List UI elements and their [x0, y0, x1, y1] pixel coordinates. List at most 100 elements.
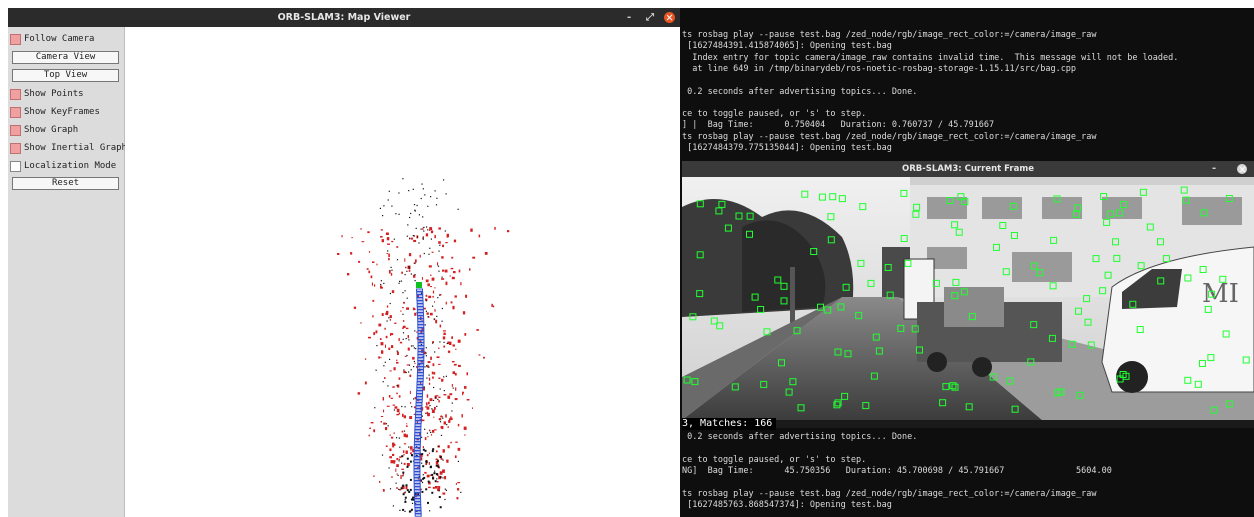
maximize-button[interactable]: ⤢ [646, 8, 654, 27]
map-point [350, 252, 353, 255]
reference-point [396, 350, 398, 352]
close-button[interactable] [664, 12, 675, 23]
map-point [426, 394, 429, 398]
map-viewer-titlebar[interactable]: ORB-SLAM3: Map Viewer - ⤢ [8, 8, 680, 27]
map-point [446, 236, 449, 238]
reference-point [431, 450, 434, 453]
map-point [476, 329, 479, 331]
reference-point [434, 397, 436, 399]
map-point [435, 450, 438, 453]
frame-close-button[interactable] [1237, 164, 1247, 174]
reference-point [438, 496, 441, 498]
reference-point [425, 488, 428, 491]
show-keyframes-toggle[interactable]: Show KeyFrames [10, 105, 100, 119]
map-point [478, 234, 481, 238]
map-point [432, 290, 435, 294]
show-points-toggle[interactable]: Show Points [10, 87, 84, 101]
minimize-button[interactable]: - [627, 8, 631, 27]
map-point [386, 253, 389, 255]
keyframe [414, 420, 422, 424]
current-camera-marker [416, 282, 422, 288]
map-point [457, 423, 460, 427]
reference-point [457, 208, 459, 210]
map-point [464, 333, 467, 336]
keyframe [414, 426, 422, 430]
map-point [380, 236, 383, 238]
top-view-button[interactable]: Top View [12, 69, 119, 82]
terminal-line: ] | Bag Time: 0.750404 Duration: 0.76073… [682, 120, 995, 131]
reference-point [426, 432, 428, 434]
map-point [378, 323, 382, 327]
map-point [422, 446, 424, 448]
reference-point [404, 491, 406, 493]
show-graph-toggle[interactable]: Show Graph [10, 123, 78, 137]
map-point [389, 456, 392, 459]
show-inertial-graph-toggle[interactable]: Show Inertial Graph [10, 141, 127, 155]
map-point [409, 446, 413, 450]
camera-view-button[interactable]: Camera View [12, 51, 119, 64]
map-point [457, 482, 461, 484]
map-point [445, 301, 447, 305]
terminal-line: ce to toggle paused, or 's' to step. [682, 454, 867, 465]
map-point [431, 409, 435, 413]
keyframe [413, 441, 421, 445]
reference-point [411, 454, 413, 457]
reference-point [408, 266, 410, 268]
reference-point [439, 506, 442, 509]
show-points-checkbox[interactable] [10, 88, 21, 100]
reference-point [427, 316, 429, 318]
map-point [424, 471, 427, 474]
map-point [401, 430, 404, 433]
terminal-line: ce to toggle paused, or 's' to step. [682, 109, 867, 120]
reference-point [399, 509, 401, 511]
reference-point [409, 460, 412, 463]
map-point [396, 351, 399, 355]
map-point [438, 241, 441, 244]
map-point [438, 377, 441, 379]
map-point [451, 256, 454, 259]
reset-button[interactable]: Reset [12, 177, 119, 190]
reference-point [411, 406, 413, 408]
localization-mode-checkbox[interactable] [10, 160, 21, 172]
map-point [427, 412, 430, 417]
map-point [388, 270, 391, 274]
reference-point [429, 510, 431, 512]
show-keyframes-checkbox[interactable] [10, 106, 21, 118]
reference-point [443, 390, 445, 392]
map-point [389, 315, 392, 319]
map-point [405, 266, 407, 269]
map-point [388, 347, 391, 350]
reference-point [388, 467, 390, 469]
map-3d-view[interactable] [125, 27, 680, 517]
keyframe [414, 498, 422, 502]
reference-point [422, 238, 424, 240]
map-point [446, 460, 449, 463]
terminal-line: 0.2 seconds after advertising topics... … [682, 432, 918, 442]
map-point [462, 311, 466, 315]
map-point [425, 233, 429, 237]
frame-minimize-button[interactable]: - [1212, 161, 1216, 177]
map-point [409, 390, 411, 395]
map-point [430, 312, 433, 316]
reference-point [387, 385, 389, 387]
show-inertial-graph-checkbox[interactable] [10, 142, 21, 154]
follow-camera-checkbox[interactable] [10, 33, 21, 45]
reference-point [402, 292, 404, 294]
map-point [385, 335, 388, 339]
map-point [393, 432, 395, 434]
reference-point [406, 489, 409, 492]
map-point [408, 269, 411, 272]
reference-point [415, 227, 417, 229]
current-frame-titlebar[interactable]: ORB-SLAM3: Current Frame - [682, 161, 1254, 177]
reference-point [443, 376, 445, 378]
map-point [442, 269, 445, 272]
terminal-line: NG] Bag Time: 45.750356 Duration: 45.700… [682, 465, 1112, 476]
show-graph-checkbox[interactable] [10, 124, 21, 136]
localization-mode-toggle[interactable]: Localization Mode [10, 159, 116, 173]
control-panel: Follow Camera Camera View Top View Show … [8, 27, 127, 517]
map-point [432, 295, 434, 298]
map-point [462, 392, 464, 396]
map-point [429, 227, 433, 230]
follow-camera-toggle[interactable]: Follow Camera [10, 32, 94, 46]
map-point [436, 356, 440, 358]
